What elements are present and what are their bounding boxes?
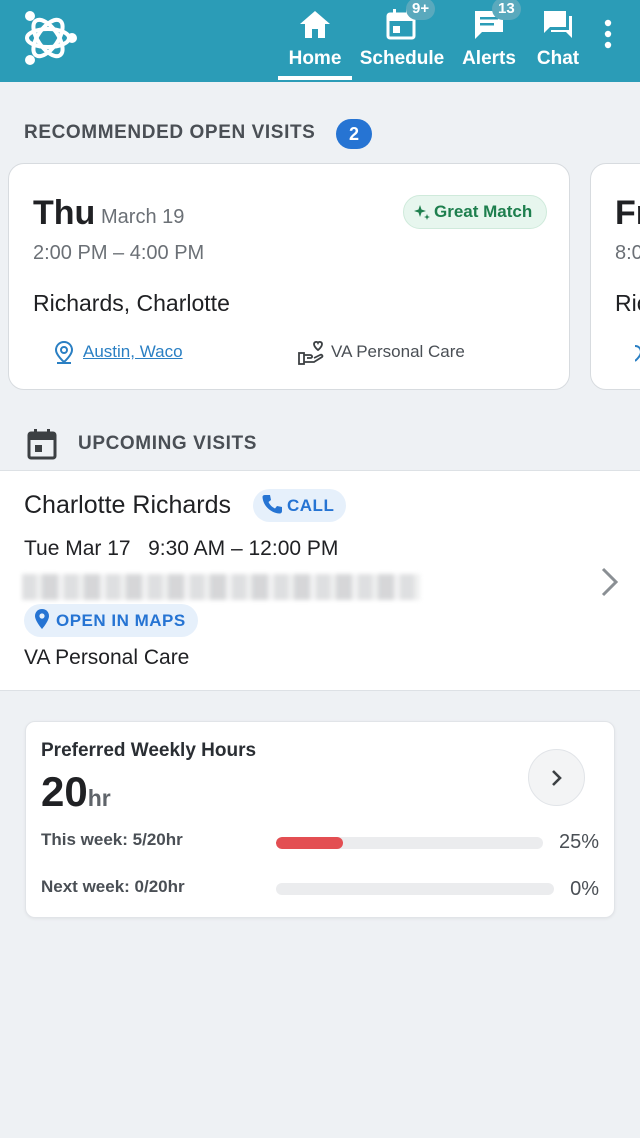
- recommended-count-badge: 2: [336, 119, 372, 149]
- call-button-label: CALL: [287, 496, 335, 515]
- alerts-badge: 13: [492, 0, 521, 20]
- this-week-progress-bar: [276, 837, 543, 849]
- top-app-bar: Home 9+ Schedule 13 Alerts Chat: [0, 0, 640, 82]
- home-icon: [300, 11, 330, 38]
- next-week-progress-bar: [276, 883, 554, 895]
- nav-label-chat: Chat: [536, 48, 580, 69]
- hours-number: 20: [41, 768, 88, 815]
- chat-icon: [544, 11, 572, 38]
- visit-date: March 19: [101, 206, 185, 228]
- open-in-maps-label: OPEN IN MAPS: [56, 611, 186, 630]
- more-vertical-icon[interactable]: [598, 18, 618, 50]
- this-week-percent: 25%: [558, 831, 599, 853]
- location-pin-icon: [54, 340, 74, 364]
- active-tab-indicator: [278, 76, 352, 80]
- nav-tab-alerts[interactable]: 13 Alerts: [458, 0, 521, 82]
- recommended-section-title: RECOMMENDED OPEN VISITS: [24, 122, 316, 143]
- chevron-right-icon[interactable]: [598, 565, 622, 599]
- great-match-label: Great Match: [434, 202, 533, 221]
- upcoming-section-title: UPCOMING VISITS: [78, 433, 257, 454]
- open-in-maps-button[interactable]: OPEN IN MAPS: [24, 604, 198, 637]
- calendar-icon: [27, 429, 57, 460]
- next-week-percent: 0%: [570, 878, 599, 900]
- location-pin-icon: [635, 345, 640, 362]
- visit-day: Fr: [615, 194, 640, 232]
- nav-label-alerts: Alerts: [462, 48, 516, 69]
- upcoming-care-type: VA Personal Care: [24, 646, 190, 669]
- map-pin-icon: [35, 609, 49, 629]
- visit-location-link[interactable]: Austin, Waco: [83, 342, 183, 362]
- redacted-address: [22, 574, 420, 600]
- upcoming-client-name: Charlotte Richards: [24, 491, 232, 519]
- recommended-visit-card[interactable]: Thu March 19 2:00 PM – 4:00 PM Richards,…: [8, 163, 570, 390]
- this-week-label: This week: 5/20hr: [41, 830, 183, 849]
- this-week-progress-fill: [276, 837, 343, 849]
- sparkle-icon: [414, 205, 430, 220]
- visit-client-name: Ric: [615, 290, 640, 316]
- call-button[interactable]: CALL: [253, 489, 347, 522]
- nav-label-schedule: Schedule: [359, 48, 445, 69]
- nav-label-home: Home: [288, 48, 342, 69]
- visit-time: 2:00 PM – 4:00 PM: [33, 242, 205, 264]
- nav-tab-chat[interactable]: Chat: [530, 0, 586, 82]
- phone-icon: [262, 495, 282, 514]
- hours-details-button[interactable]: [528, 749, 585, 806]
- hours-card-title: Preferred Weekly Hours: [41, 740, 257, 761]
- nav-tab-home[interactable]: Home: [278, 0, 352, 82]
- visit-time: 8:0: [615, 242, 640, 264]
- hours-unit: hr: [87, 785, 111, 811]
- next-week-label: Next week: 0/20hr: [41, 877, 185, 896]
- chevron-right-icon: [552, 770, 562, 786]
- great-match-badge: Great Match: [403, 195, 548, 229]
- upcoming-visit-row[interactable]: Charlotte Richards CALL Tue Mar 17 9:30 …: [0, 470, 640, 691]
- care-hand-heart-icon: [298, 341, 324, 365]
- nav-tab-schedule[interactable]: 9+ Schedule: [358, 0, 446, 82]
- recommended-visit-card-next[interactable]: Fr 8:0 Ric: [590, 163, 640, 390]
- visit-client-name: Richards, Charlotte: [33, 290, 230, 316]
- visit-day: Thu: [33, 194, 96, 232]
- preferred-hours-card: Preferred Weekly Hours 20hr This week: 5…: [25, 721, 615, 918]
- hours-value: 20hr: [41, 768, 111, 816]
- schedule-badge: 9+: [406, 0, 436, 20]
- visit-care-type: VA Personal Care: [331, 342, 465, 361]
- upcoming-datetime: Tue Mar 17 9:30 AM – 12:00 PM: [24, 537, 339, 560]
- app-logo-icon: [25, 11, 77, 65]
